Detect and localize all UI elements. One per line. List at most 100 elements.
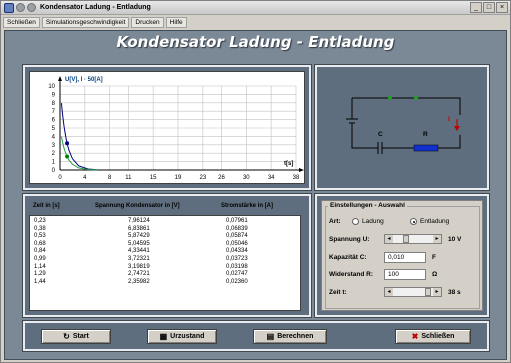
y-tick-label: 1 [52, 160, 56, 166]
current-column: 0,07961 0,06839 0,05874 0,05046 0,04334 0,037… [226, 218, 248, 286]
x-axis-label: t[s] [284, 161, 293, 167]
close-x-icon: ✖ [411, 332, 419, 341]
x-tick-label: 34 [268, 175, 275, 181]
menu-schliessen[interactable]: Schließen [3, 17, 40, 28]
voltage-slider-thumb[interactable] [403, 235, 410, 243]
radio-ladung-label: Ladung [362, 218, 384, 225]
chart-panel: 0 4 8 11 15 19 23 26 30 34 38 0 1 2 3 4 5 6 7 8 9 10 U[V], I ·… [22, 64, 312, 191]
current-cell: 0,04334 [226, 248, 248, 255]
y-tick-label: 10 [48, 84, 55, 90]
y-tick-label: 5 [52, 126, 56, 132]
maximize-button[interactable]: □ [483, 2, 495, 13]
circuit-diagram [346, 96, 461, 154]
menu-hilfe[interactable]: Hilfe [165, 17, 187, 28]
data-point-marker [65, 154, 70, 159]
column-header-time: Zeit in [s] [33, 203, 60, 209]
y-tick-label: 4 [52, 134, 56, 140]
time-cell: 0,68 [34, 240, 46, 247]
time-cell: 0,84 [34, 248, 46, 255]
app-icon [4, 2, 14, 13]
x-tick-label: 8 [108, 175, 112, 181]
current-cell: 0,05874 [226, 233, 248, 240]
capacitance-unit: F [432, 254, 436, 261]
x-tick-label: 26 [218, 175, 225, 181]
resistance-unit: Ω [432, 271, 438, 278]
reset-icon: ▦ [159, 332, 168, 341]
time-cell: 0,53 [34, 233, 46, 240]
results-list[interactable]: 0,23 0,38 0,53 0,68 0,84 0,99 1,14 1,29 1,44 7,9… [29, 215, 301, 311]
main-area: Kondensator Ladung - Entladung 0 4 8 11 15 19… [4, 30, 507, 360]
time-cell: 0,99 [34, 255, 46, 262]
x-tick-label: 0 [58, 175, 62, 181]
page-title: Kondensator Ladung - Entladung [116, 33, 395, 51]
window-title: Kondensator Ladung - Entladung [40, 4, 151, 11]
y-tick-label: 3 [52, 143, 56, 149]
voltage-cell: 2,35982 [128, 278, 150, 285]
close-app-button[interactable]: ✖ Schließen [395, 329, 471, 344]
slider-right-arrow-icon[interactable]: ▸ [433, 288, 441, 296]
voltage-cell: 3,19819 [128, 263, 150, 270]
node-dot-icon [414, 96, 418, 100]
slider-left-arrow-icon[interactable]: ◂ [385, 288, 393, 296]
voltage-slider[interactable]: ◂ ▸ [384, 234, 442, 244]
resistor-label: R [423, 131, 428, 138]
art-label: Art: [329, 218, 341, 225]
radio-ladung[interactable] [352, 218, 359, 225]
voltage-cell: 6,83861 [128, 225, 150, 232]
current-cell: 0,05046 [226, 240, 248, 247]
reset-button[interactable]: ▦ Urzustand [147, 329, 217, 344]
settings-box: Einstellungen - Auswahl Art: Ladung Entl… [321, 200, 483, 311]
current-label: I [448, 116, 450, 123]
time-cell: 0,23 [34, 218, 46, 224]
voltage-cell: 4,33441 [128, 248, 150, 255]
minimize-button[interactable]: _ [470, 2, 482, 13]
control-dot-icon[interactable] [16, 3, 25, 12]
voltage-cell: 5,04595 [128, 240, 150, 247]
x-tick-label: 23 [199, 175, 206, 181]
start-button[interactable]: ↻ Start [41, 329, 111, 344]
current-arrow-icon [454, 126, 460, 131]
time-slider-thumb[interactable] [425, 288, 432, 296]
chart-area: 0 4 8 11 15 19 23 26 30 34 38 0 1 2 3 4 5 6 7 8 9 10 U[V], I ·… [29, 71, 305, 184]
settings-panel: Einstellungen - Auswahl Art: Ladung Entl… [314, 193, 490, 318]
menu-bar: Schließen Simulationsgeschwindigkeit Dru… [1, 16, 510, 29]
slider-left-arrow-icon[interactable]: ◂ [385, 235, 393, 243]
x-tick-label: 19 [175, 175, 182, 181]
resistor-icon [413, 144, 439, 152]
table-panel: Zeit in [s] Spannung Kondensator in [V] … [22, 193, 312, 318]
current-cell: 0,03198 [226, 263, 248, 270]
capacitor-label: C [378, 131, 383, 138]
slider-right-arrow-icon[interactable]: ▸ [433, 235, 441, 243]
resistance-input[interactable]: 100 [384, 269, 426, 280]
voltage-label: Spannung U: [329, 236, 370, 243]
x-tick-label: 11 [125, 175, 132, 181]
capacitance-label: Kapazität C: [329, 254, 367, 261]
current-cell: 0,03723 [226, 255, 248, 262]
time-cell: 1,14 [34, 263, 46, 270]
y-tick-label: 2 [52, 151, 56, 157]
voltage-cell: 5,87429 [128, 233, 150, 240]
menu-simulationsgeschwindigkeit[interactable]: Simulationsgeschwindigkeit [41, 17, 130, 28]
menu-drucken[interactable]: Drucken [131, 17, 164, 28]
y-tick-label: 9 [52, 92, 56, 98]
app-window: Kondensator Ladung - Entladung _ □ × Sch… [0, 0, 511, 363]
reset-button-label: Urzustand [170, 333, 205, 340]
capacitance-input[interactable]: 0,010 [384, 252, 426, 263]
radio-entladung-label: Entladung [420, 218, 450, 225]
close-app-button-label: Schließen [421, 333, 455, 340]
control-dot-icon[interactable] [27, 3, 36, 12]
y-tick-label: 7 [52, 109, 56, 115]
current-cell: 0,06839 [226, 225, 248, 232]
time-value: 38 s [448, 289, 461, 296]
decay-chart: 0 4 8 11 15 19 23 26 30 34 38012345678910U[V], I ·… [48, 76, 304, 181]
voltage-cell: 3,72321 [128, 255, 150, 262]
settings-group-label: Einstellungen - Auswahl [328, 202, 407, 209]
calculate-button[interactable]: ▤ Berechnen [253, 329, 327, 344]
x-tick-label: 38 [293, 175, 300, 181]
column-header-voltage: Spannung Kondensator in [V] [95, 203, 180, 209]
time-label: Zeit t: [329, 289, 347, 296]
time-slider[interactable]: ◂ ▸ [384, 287, 442, 297]
window-buttons: _ □ × [470, 2, 508, 13]
radio-entladung[interactable] [410, 218, 417, 225]
close-button[interactable]: × [496, 2, 508, 13]
